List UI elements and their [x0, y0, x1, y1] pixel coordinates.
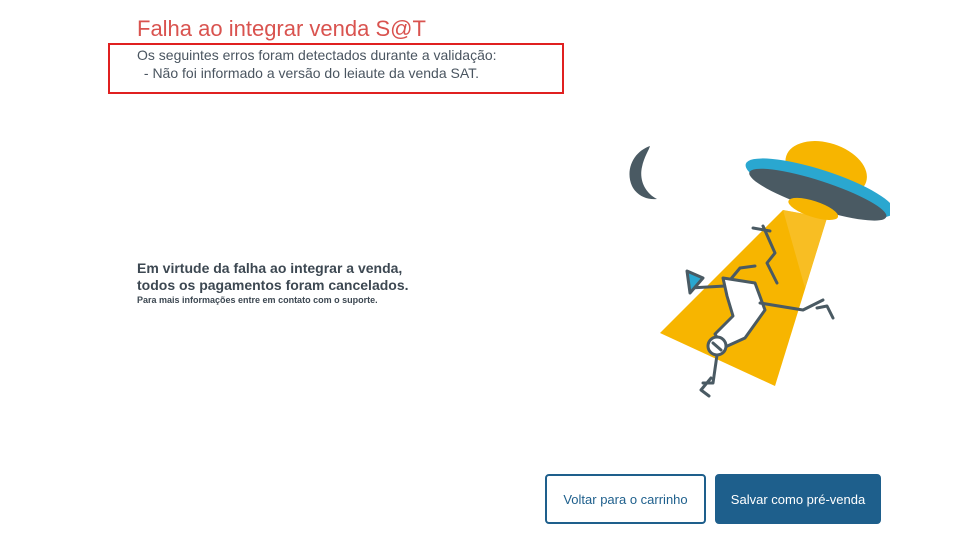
- page-title: Falha ao integrar venda S@T: [137, 16, 426, 41]
- failure-message-line2: todos os pagamentos foram cancelados.: [137, 277, 409, 293]
- ufo-abduction-illustration: [629, 141, 890, 398]
- save-as-presale-button[interactable]: Salvar como pré-venda: [715, 474, 881, 524]
- failure-message: Em virtude da falha ao integrar a venda,…: [137, 260, 437, 294]
- error-item: - Não foi informado a versão do leiaute …: [140, 65, 480, 81]
- support-message: Para mais informações entre em contato c…: [137, 295, 378, 305]
- back-to-cart-button[interactable]: Voltar para o carrinho: [545, 474, 706, 524]
- failure-message-line1: Em virtude da falha ao integrar a venda,: [137, 260, 403, 276]
- moon-icon: [629, 146, 657, 200]
- error-intro: Os seguintes erros foram detectados dura…: [137, 47, 497, 63]
- sat-error-page: Falha ao integrar venda S@T Os seguintes…: [0, 0, 976, 544]
